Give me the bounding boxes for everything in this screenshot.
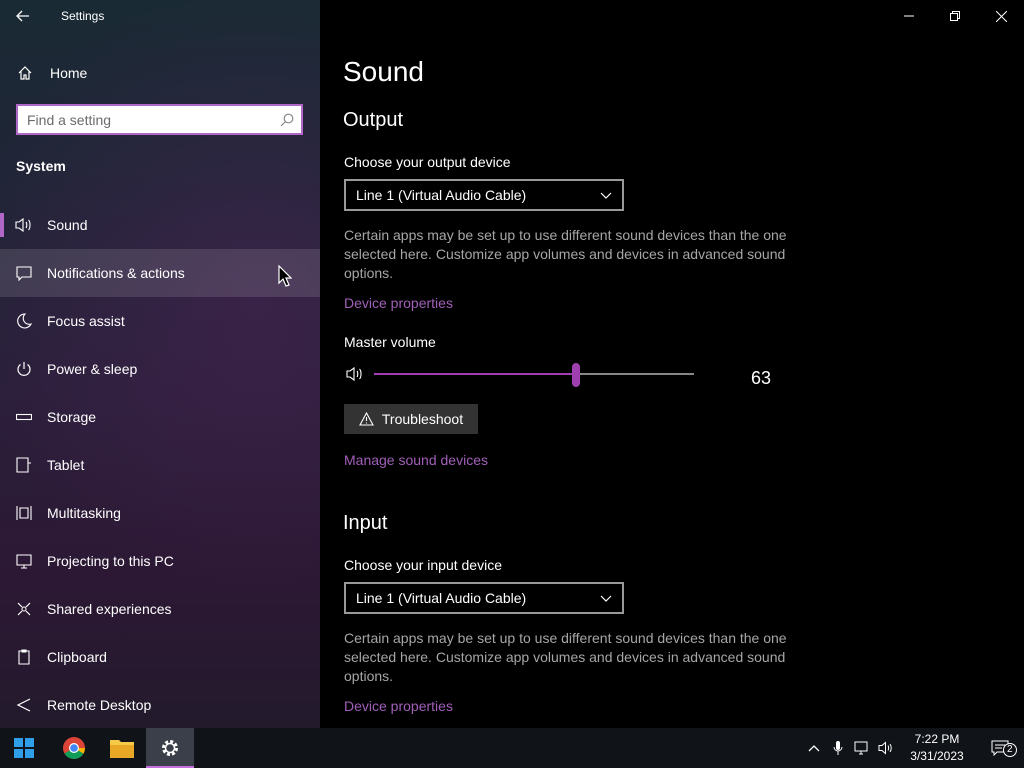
sidebar-item-label: Multitasking xyxy=(47,505,121,521)
start-button[interactable] xyxy=(0,728,48,768)
power-icon xyxy=(0,361,47,377)
sidebar-item-label: Storage xyxy=(47,409,97,425)
clock[interactable]: 7:22 PM 3/31/2023 xyxy=(902,731,972,765)
speaker-icon xyxy=(0,217,47,233)
output-device-properties-link[interactable]: Device properties xyxy=(344,295,453,311)
sidebar-item-multitasking[interactable]: Multitasking xyxy=(0,489,320,537)
sidebar-item-label: Focus assist xyxy=(47,313,125,329)
volume-tray-icon[interactable] xyxy=(874,728,898,768)
back-button[interactable] xyxy=(0,0,46,32)
main-content: Sound Output Choose your output device L… xyxy=(320,0,1024,728)
sidebar-item-sound[interactable]: Sound xyxy=(0,201,320,249)
warning-icon xyxy=(358,412,374,426)
moon-icon xyxy=(0,313,47,329)
search-box[interactable] xyxy=(16,104,303,135)
sidebar-item-remote-desktop[interactable]: Remote Desktop xyxy=(0,681,320,729)
sidebar-item-label: Tablet xyxy=(47,457,85,473)
output-device-dropdown[interactable]: Line 1 (Virtual Audio Cable) xyxy=(344,179,624,211)
input-device-label: Choose your input device xyxy=(344,557,502,573)
back-arrow-icon xyxy=(16,10,29,22)
sidebar-item-power-sleep[interactable]: Power & sleep xyxy=(0,345,320,393)
chrome-taskbar-button[interactable] xyxy=(50,728,98,768)
sidebar-item-notifications[interactable]: Notifications & actions xyxy=(0,249,320,297)
minimize-button[interactable] xyxy=(886,0,932,32)
sidebar-item-storage[interactable]: Storage xyxy=(0,393,320,441)
clock-date: 3/31/2023 xyxy=(910,749,964,763)
slider-thumb[interactable] xyxy=(572,363,580,387)
taskbar: 7:22 PM 3/31/2023 2 xyxy=(0,728,1024,768)
slider-fill xyxy=(374,373,576,375)
notification-count-badge: 2 xyxy=(1003,743,1017,757)
master-volume-slider[interactable] xyxy=(374,362,694,387)
title-bar: Settings xyxy=(0,0,320,32)
speaker-icon[interactable] xyxy=(346,366,364,387)
remote-desktop-icon xyxy=(0,697,47,713)
sidebar-item-label: Shared experiences xyxy=(47,601,172,617)
multitasking-icon xyxy=(0,505,47,521)
close-button[interactable] xyxy=(978,0,1024,32)
minimize-icon xyxy=(904,15,914,17)
chrome-icon xyxy=(63,737,85,759)
microphone-icon[interactable] xyxy=(826,728,850,768)
page-title: Sound xyxy=(343,56,424,87)
output-description: Certain apps may be set up to use differ… xyxy=(344,227,787,281)
search-input[interactable] xyxy=(18,106,273,133)
folder-icon xyxy=(110,740,134,758)
master-volume-label: Master volume xyxy=(344,334,436,350)
output-heading: Output xyxy=(343,109,404,131)
sidebar-item-clipboard[interactable]: Clipboard xyxy=(0,633,320,681)
sidebar-item-label: Power & sleep xyxy=(47,361,138,377)
storage-icon xyxy=(0,409,47,425)
sidebar-item-label: Remote Desktop xyxy=(47,697,152,713)
home-label: Home xyxy=(50,65,88,81)
chevron-down-icon xyxy=(600,595,612,602)
tablet-icon xyxy=(0,457,47,473)
clock-time: 7:22 PM xyxy=(914,732,960,746)
chevron-down-icon xyxy=(600,192,612,199)
sidebar-item-focus-assist[interactable]: Focus assist xyxy=(0,297,320,345)
close-icon xyxy=(995,10,1007,22)
input-heading: Input xyxy=(343,512,388,534)
sidebar-item-shared-experiences[interactable]: Shared experiences xyxy=(0,585,320,633)
action-center-button[interactable]: 2 xyxy=(976,728,1024,768)
sidebar-item-projecting[interactable]: Projecting to this PC xyxy=(0,537,320,585)
group-heading-system: System xyxy=(16,158,66,174)
mouse-cursor-icon xyxy=(278,264,293,292)
input-device-dropdown[interactable]: Line 1 (Virtual Audio Cable) xyxy=(344,582,624,614)
network-icon[interactable] xyxy=(850,728,874,768)
restore-button[interactable] xyxy=(932,0,978,32)
output-device-value: Line 1 (Virtual Audio Cable) xyxy=(356,187,527,203)
sidebar-item-label: Sound xyxy=(47,217,88,233)
file-explorer-taskbar-button[interactable] xyxy=(98,728,146,768)
windows-logo-icon xyxy=(14,738,34,758)
clipboard-icon xyxy=(0,649,47,665)
volume-value: 63 xyxy=(751,368,772,388)
system-tray: 7:22 PM 3/31/2023 2 xyxy=(802,728,1024,768)
manage-sound-devices-link[interactable]: Manage sound devices xyxy=(344,452,488,468)
troubleshoot-label: Troubleshoot xyxy=(381,411,464,427)
projecting-icon xyxy=(0,553,47,569)
notification-icon xyxy=(0,265,47,281)
input-device-value: Line 1 (Virtual Audio Cable) xyxy=(356,590,527,606)
chevron-up-icon[interactable] xyxy=(802,728,826,768)
app-title: Settings xyxy=(61,9,105,23)
home-icon xyxy=(0,65,50,81)
sidebar-nav: Sound Notifications & actions Focus assi… xyxy=(0,201,320,729)
sidebar-item-tablet[interactable]: Tablet xyxy=(0,441,320,489)
output-device-label: Choose your output device xyxy=(344,154,511,170)
shared-icon xyxy=(0,601,47,617)
sidebar-item-label: Projecting to this PC xyxy=(47,553,174,569)
input-device-properties-link[interactable]: Device properties xyxy=(344,698,453,714)
home-nav-item[interactable]: Home xyxy=(0,56,320,90)
sidebar-item-label: Notifications & actions xyxy=(47,265,185,281)
sidebar-item-label: Clipboard xyxy=(47,649,107,665)
restore-icon xyxy=(950,11,960,21)
settings-taskbar-button[interactable] xyxy=(146,728,194,768)
troubleshoot-button[interactable]: Troubleshoot xyxy=(344,404,478,434)
gear-icon xyxy=(162,740,178,756)
input-description: Certain apps may be set up to use differ… xyxy=(344,630,787,684)
search-icon[interactable] xyxy=(273,113,301,127)
